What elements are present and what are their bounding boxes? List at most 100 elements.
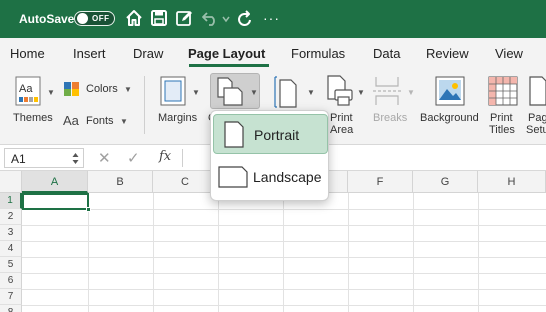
row-header[interactable]: 8 <box>0 305 22 312</box>
row-gridline <box>22 289 546 290</box>
themes-label[interactable]: Themes <box>13 112 53 124</box>
fill-handle[interactable] <box>86 207 91 212</box>
row-header[interactable]: 1 <box>0 193 22 209</box>
tab-home[interactable]: Home <box>10 46 45 61</box>
row-gridline <box>22 241 546 242</box>
colors-label[interactable]: Colors <box>86 83 118 95</box>
orientation-icon <box>217 77 243 106</box>
margins-dropdown-icon[interactable]: ▼ <box>192 88 200 97</box>
column-gridline <box>153 193 154 312</box>
orientation-landscape-item[interactable]: Landscape <box>213 157 328 197</box>
undo-icon[interactable] <box>201 9 219 27</box>
size-icon[interactable] <box>272 76 298 108</box>
print-area-dropdown-icon[interactable]: ▼ <box>357 88 365 97</box>
colors-dropdown-icon[interactable]: ▼ <box>124 85 132 94</box>
print-area-icon[interactable] <box>326 75 354 107</box>
undo-dropdown-icon[interactable] <box>222 15 230 23</box>
row-header[interactable]: 5 <box>0 257 22 273</box>
edit-icon[interactable] <box>175 9 193 27</box>
confirm-entry-icon[interactable]: ✓ <box>127 149 140 167</box>
column-gridline <box>413 193 414 312</box>
column-header[interactable]: B <box>88 171 153 193</box>
svg-text:Aa: Aa <box>19 83 33 95</box>
column-header[interactable]: H <box>478 171 546 193</box>
name-box[interactable]: A1 <box>4 148 84 168</box>
row-header[interactable]: 4 <box>0 241 22 257</box>
tab-data[interactable]: Data <box>373 46 400 61</box>
tab-page-layout[interactable]: Page Layout <box>188 46 265 61</box>
size-dropdown-icon[interactable]: ▼ <box>307 88 315 97</box>
row-gridline <box>22 225 546 226</box>
orientation-portrait-item[interactable]: Portrait <box>213 114 328 154</box>
column-header[interactable]: G <box>413 171 478 193</box>
title-bar: AutoSave OFF ··· <box>0 0 546 38</box>
fonts-icon[interactable]: Aa <box>63 113 79 128</box>
colors-icon[interactable] <box>63 81 80 97</box>
column-header[interactable]: A <box>22 171 88 193</box>
tab-formulas[interactable]: Formulas <box>291 46 345 61</box>
breaks-label[interactable]: Breaks <box>373 112 407 124</box>
row-gridline <box>22 257 546 258</box>
redo-icon[interactable] <box>236 9 254 27</box>
column-header[interactable]: F <box>348 171 413 193</box>
row-header[interactable]: 6 <box>0 273 22 289</box>
tab-view[interactable]: View <box>495 46 523 61</box>
background-label[interactable]: Background <box>420 112 479 124</box>
breaks-dropdown-icon[interactable]: ▼ <box>407 88 415 97</box>
selected-cell[interactable] <box>22 193 89 210</box>
tab-draw[interactable]: Draw <box>133 46 163 61</box>
row-header[interactable]: 2 <box>0 209 22 225</box>
fonts-label[interactable]: Fonts <box>86 115 114 127</box>
page-setup-label-1[interactable]: Pag <box>528 112 546 124</box>
breaks-icon[interactable] <box>372 76 402 106</box>
row-gridline <box>22 305 546 306</box>
row-gridline <box>22 273 546 274</box>
print-area-label-1[interactable]: Print <box>330 112 353 124</box>
portrait-icon <box>224 121 244 148</box>
background-icon[interactable] <box>435 76 465 106</box>
print-titles-icon[interactable] <box>488 76 518 106</box>
cancel-entry-icon[interactable]: ✕ <box>98 149 111 167</box>
ribbon-separator <box>144 76 145 134</box>
row-header[interactable]: 7 <box>0 289 22 305</box>
row-header[interactable]: 3 <box>0 225 22 241</box>
save-icon[interactable] <box>150 9 168 27</box>
page-setup-icon[interactable] <box>528 76 546 106</box>
toggle-state-label: OFF <box>92 14 110 23</box>
column-gridline <box>348 193 349 312</box>
insert-function-button[interactable]: fx <box>159 149 171 164</box>
orientation-dropdown-icon: ▼ <box>250 88 258 97</box>
orientation-menu: Portrait Landscape <box>210 110 329 201</box>
tab-insert[interactable]: Insert <box>73 46 106 61</box>
orientation-button[interactable]: ▼ <box>210 73 260 109</box>
toggle-knob <box>77 13 88 24</box>
column-gridline <box>283 193 284 312</box>
autosave-label: AutoSave <box>19 12 75 26</box>
ribbon-tabs: Home Insert Draw Page Layout Formulas Da… <box>0 38 546 68</box>
name-box-stepper-icon[interactable] <box>72 152 79 165</box>
fonts-dropdown-icon[interactable]: ▼ <box>120 117 128 126</box>
print-area-label-2[interactable]: Area <box>330 124 353 136</box>
print-titles-label-1[interactable]: Print <box>490 112 513 124</box>
row-gridline <box>22 209 546 210</box>
print-titles-label-2[interactable]: Titles <box>489 124 515 136</box>
autosave-toggle[interactable]: OFF <box>74 11 115 26</box>
formula-separator <box>182 149 183 167</box>
home-icon[interactable] <box>125 9 143 27</box>
themes-icon[interactable]: Aa <box>15 76 41 106</box>
name-box-value: A1 <box>11 152 26 166</box>
column-gridline <box>478 193 479 312</box>
margins-label[interactable]: Margins <box>158 112 197 124</box>
tab-review[interactable]: Review <box>426 46 469 61</box>
margins-icon[interactable] <box>160 76 186 106</box>
portrait-label: Portrait <box>254 127 300 143</box>
column-gridline <box>218 193 219 312</box>
page-setup-label-2[interactable]: Setu <box>526 124 546 136</box>
landscape-icon <box>218 166 248 188</box>
select-all-corner[interactable] <box>0 171 22 193</box>
themes-dropdown-icon[interactable]: ▼ <box>47 88 55 97</box>
more-icon[interactable]: ··· <box>263 10 280 26</box>
column-header[interactable]: C <box>153 171 218 193</box>
active-tab-indicator <box>189 64 269 67</box>
landscape-label: Landscape <box>253 169 322 185</box>
